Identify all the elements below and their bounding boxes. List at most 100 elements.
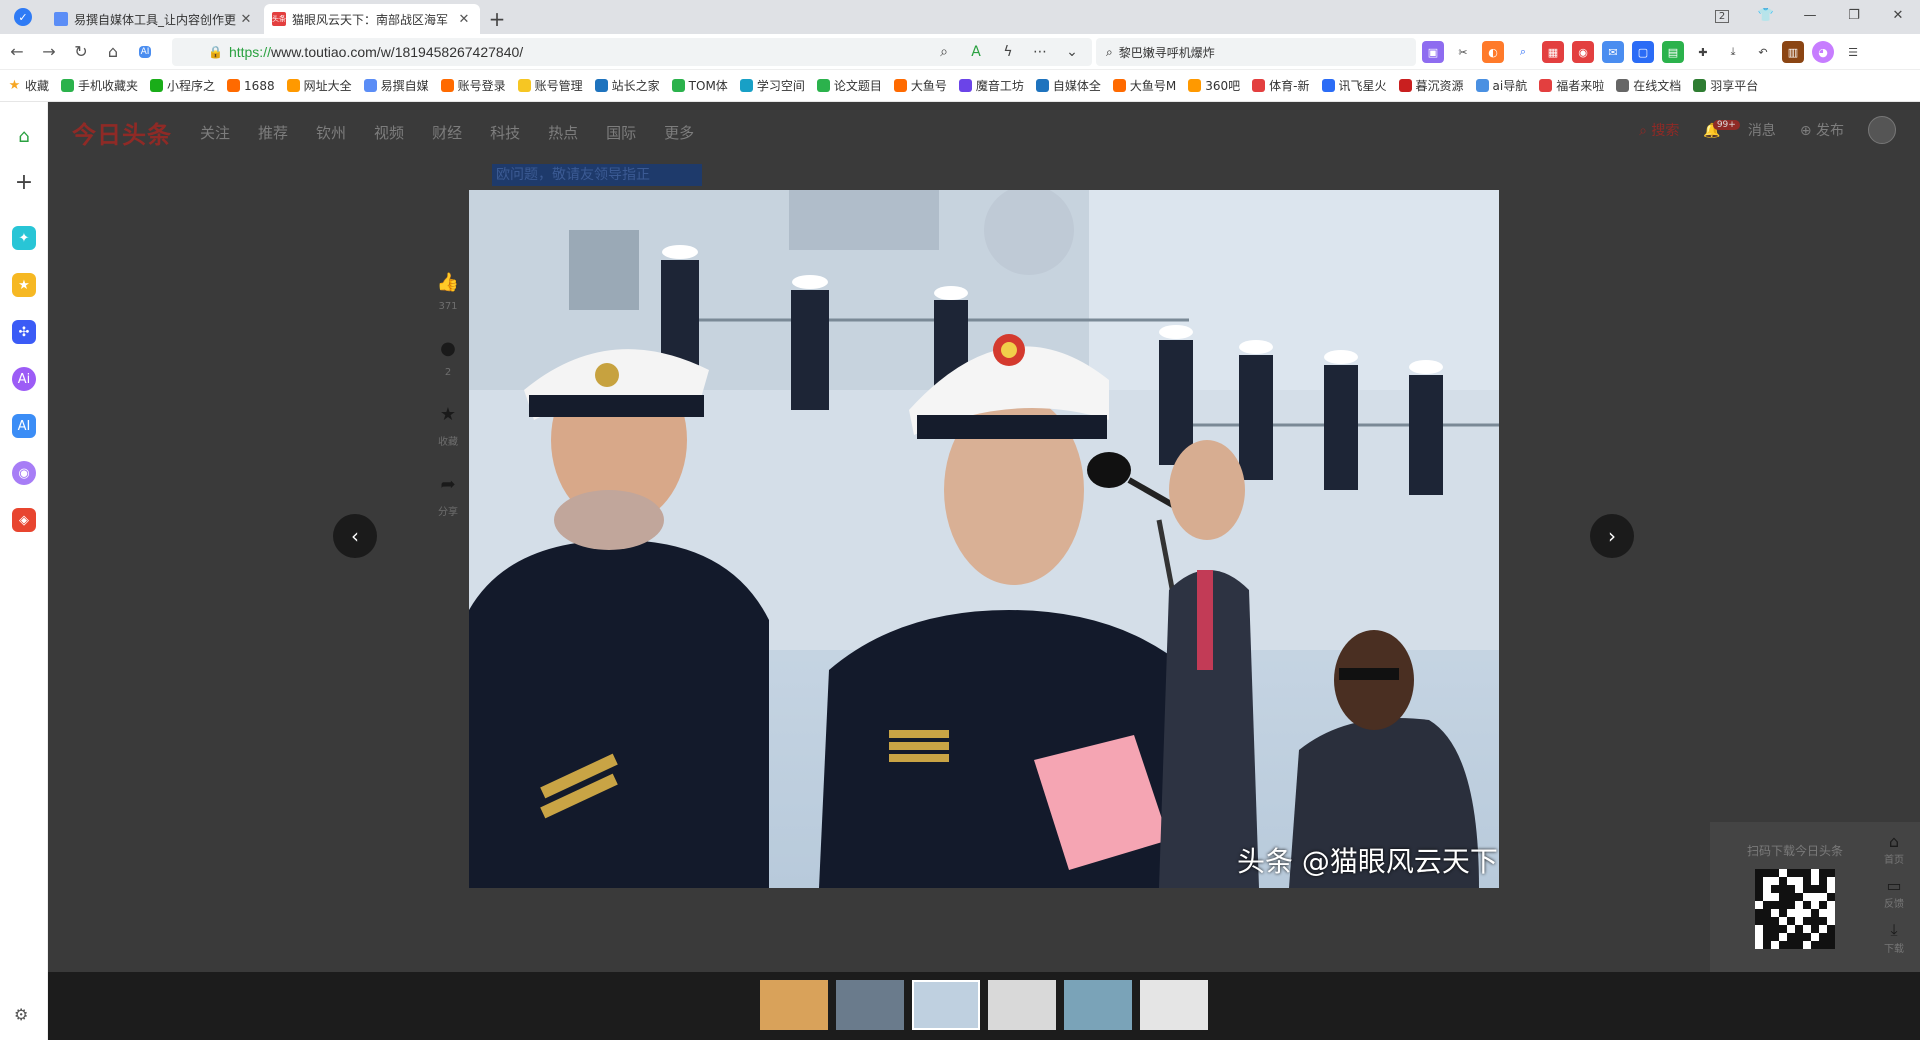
bookmark-item[interactable]: 账号登录 bbox=[440, 77, 506, 94]
toutiao-logo[interactable]: 今日头条 bbox=[72, 115, 172, 150]
new-tab-button[interactable]: + bbox=[482, 4, 512, 34]
previous-image-button[interactable]: ‹ bbox=[333, 514, 377, 558]
bookmark-item[interactable]: 站长之家 bbox=[594, 77, 660, 94]
download-icon[interactable]: ⤓ bbox=[1722, 41, 1744, 63]
bookmark-item[interactable]: 福者来啦 bbox=[1539, 77, 1604, 94]
sidebar-star-icon[interactable]: ★ bbox=[12, 273, 36, 297]
settings-gear-icon[interactable]: ⚙ bbox=[14, 1005, 28, 1024]
calendar-icon[interactable]: ▦ bbox=[1542, 41, 1564, 63]
weibo-icon[interactable]: ◉ bbox=[1572, 41, 1594, 63]
extension-1-icon[interactable]: ▣ bbox=[1422, 41, 1444, 63]
tab-1-close-icon[interactable]: ✕ bbox=[238, 12, 254, 27]
site-nav-item[interactable]: 推荐 bbox=[258, 124, 288, 142]
bookmark-item[interactable]: 账号管理 bbox=[517, 77, 583, 94]
bookmark-item[interactable]: 学习空间 bbox=[739, 77, 805, 94]
bookmark-item[interactable]: 易撰自媒 bbox=[363, 77, 429, 94]
bookmark-item[interactable]: 讯飞星火 bbox=[1321, 77, 1387, 94]
sidebar-app-1-icon[interactable]: ✦ bbox=[12, 226, 36, 250]
site-search-button[interactable]: ⌕ 搜索 bbox=[1639, 120, 1679, 140]
site-nav-item[interactable]: 国际 bbox=[606, 124, 636, 142]
bookmark-item[interactable]: 1688 bbox=[227, 79, 275, 93]
site-nav-item[interactable]: 热点 bbox=[548, 124, 578, 142]
comment-button[interactable]: ● 2 bbox=[432, 338, 464, 378]
tab-2[interactable]: 头条 猫眼风云天下：南部战区海军 ✕ bbox=[264, 4, 480, 34]
thumbnail-5[interactable] bbox=[1064, 980, 1132, 1030]
site-nav-item[interactable]: 关注 bbox=[200, 124, 230, 142]
mail-icon[interactable]: ✉ bbox=[1602, 41, 1624, 63]
messages-button[interactable]: 🔔99+ 消息 bbox=[1703, 120, 1776, 140]
bookmark-item[interactable]: 360吧 bbox=[1188, 77, 1240, 94]
tab-1[interactable]: 易撰自媒体工具_让内容创作更 ✕ bbox=[46, 4, 262, 34]
toolbox-icon[interactable]: ▥ bbox=[1782, 41, 1804, 63]
thumbnail-1[interactable] bbox=[760, 980, 828, 1030]
side-feedback-button[interactable]: ▭ 反馈 bbox=[1874, 876, 1914, 910]
browser-logo[interactable]: ✓ bbox=[0, 0, 46, 34]
sidebar-home-icon[interactable]: ⌂ bbox=[12, 124, 36, 148]
side-home-button[interactable]: ⌂ 首页 bbox=[1874, 832, 1914, 866]
search-input[interactable] bbox=[1118, 45, 1399, 59]
bookmark-item[interactable]: 暮沉资源 bbox=[1398, 77, 1464, 94]
read-aloud-icon[interactable]: A bbox=[964, 44, 988, 60]
tab-2-close-icon[interactable]: ✕ bbox=[456, 12, 472, 27]
menu-icon[interactable]: ☰ bbox=[1842, 41, 1864, 63]
window-count-badge[interactable]: 2 bbox=[1700, 8, 1744, 23]
minimize-button[interactable]: — bbox=[1788, 8, 1832, 23]
skin-icon[interactable]: 👕 bbox=[1744, 8, 1788, 23]
bookmark-item[interactable]: 自媒体全 bbox=[1035, 77, 1101, 94]
thumbnail-4[interactable] bbox=[988, 980, 1056, 1030]
bookmark-item[interactable]: TOM体 bbox=[671, 77, 728, 94]
bookmark-item[interactable]: ai导航 bbox=[1475, 77, 1527, 94]
user-avatar[interactable] bbox=[1868, 116, 1896, 144]
side-download-button[interactable]: ⤓ 下载 bbox=[1874, 920, 1914, 955]
bookmark-item[interactable]: 小程序之 bbox=[150, 77, 215, 94]
bookmark-item[interactable]: 体育-新 bbox=[1252, 77, 1310, 94]
profile-icon[interactable]: ◕ bbox=[1812, 41, 1834, 63]
publish-button[interactable]: ⊕ 发布 bbox=[1800, 120, 1844, 140]
site-nav-item[interactable]: 钦州 bbox=[316, 124, 346, 142]
more-icon[interactable]: ⋯ bbox=[1028, 44, 1052, 60]
sidebar-ai-2-icon[interactable]: AI bbox=[12, 414, 36, 438]
url-text[interactable]: https://www.toutiao.com/w/18194582674278… bbox=[229, 44, 932, 60]
site-nav-item[interactable]: 视频 bbox=[374, 124, 404, 142]
bookmark-item[interactable]: ★ 收藏 bbox=[8, 77, 49, 94]
like-button[interactable]: 👍 371 bbox=[432, 272, 464, 312]
site-nav-item[interactable]: 科技 bbox=[490, 124, 520, 142]
ai-button[interactable]: AI bbox=[130, 37, 160, 67]
undo-icon[interactable]: ↶ bbox=[1752, 41, 1774, 63]
screenshot-icon[interactable]: ▢ bbox=[1632, 41, 1654, 63]
bookmark-item[interactable]: 羽享平台 bbox=[1693, 77, 1758, 94]
sidebar-network-icon[interactable]: ✣ bbox=[12, 320, 36, 344]
wechat-icon[interactable]: ▤ bbox=[1662, 41, 1684, 63]
zoom-icon[interactable]: ⌕ bbox=[932, 44, 956, 60]
thumbnail-2[interactable] bbox=[836, 980, 904, 1030]
bookmark-item[interactable]: 论文题目 bbox=[816, 77, 882, 94]
close-window-button[interactable]: ✕ bbox=[1876, 8, 1920, 23]
sidebar-ai-1-icon[interactable]: Ai bbox=[12, 367, 36, 391]
forward-button[interactable]: → bbox=[34, 37, 64, 67]
bookmark-item[interactable]: 大鱼号 bbox=[893, 77, 947, 94]
home-button[interactable]: ⌂ bbox=[98, 37, 128, 67]
share-button[interactable]: ➦ 分享 bbox=[432, 474, 464, 518]
scissors-icon[interactable]: ✂ bbox=[1452, 41, 1474, 63]
reload-button[interactable]: ↻ bbox=[66, 37, 96, 67]
sidebar-bot-icon[interactable]: ◉ bbox=[12, 461, 36, 485]
restore-button[interactable]: ❐ bbox=[1832, 8, 1876, 23]
bookmark-item[interactable]: 大鱼号M bbox=[1112, 77, 1176, 94]
collect-button[interactable]: ★ 收藏 bbox=[432, 404, 464, 448]
sidebar-add-icon[interactable]: + bbox=[12, 170, 36, 195]
thumbnail-3[interactable] bbox=[912, 980, 980, 1030]
thumbnail-6[interactable] bbox=[1140, 980, 1208, 1030]
address-bar[interactable]: 🔒 https://www.toutiao.com/w/181945826742… bbox=[172, 38, 1092, 66]
find-icon[interactable]: ⌕ bbox=[1512, 41, 1534, 63]
chevron-down-icon[interactable]: ⌄ bbox=[1060, 44, 1084, 60]
search-box[interactable]: ⌕ bbox=[1096, 38, 1416, 66]
lightning-icon[interactable]: ϟ bbox=[996, 44, 1020, 60]
game-icon[interactable]: ◐ bbox=[1482, 41, 1504, 63]
bookmark-item[interactable]: 在线文档 bbox=[1616, 77, 1681, 94]
bookmark-item[interactable]: 手机收藏夹 bbox=[61, 77, 138, 94]
site-nav-item[interactable]: 更多 bbox=[664, 124, 694, 142]
bookmark-item[interactable]: 网址大全 bbox=[286, 77, 352, 94]
back-button[interactable]: ← bbox=[2, 37, 32, 67]
next-image-button[interactable]: › bbox=[1590, 514, 1634, 558]
bookmark-item[interactable]: 魔音工坊 bbox=[958, 77, 1024, 94]
